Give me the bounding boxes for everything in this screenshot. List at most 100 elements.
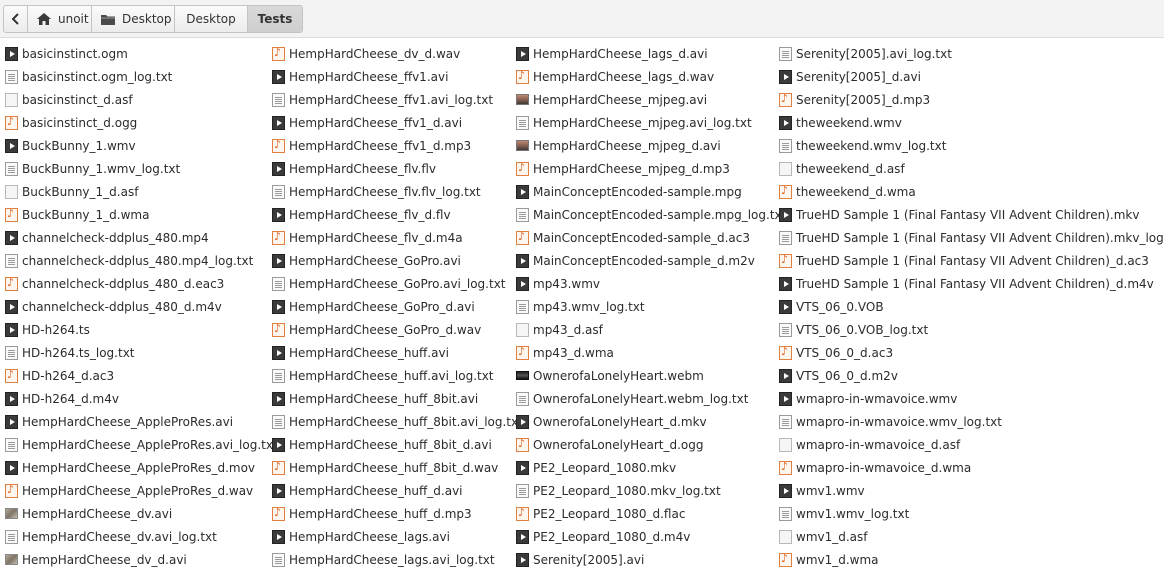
file-item[interactable]: wmv1.wmv [779,479,1164,502]
file-item[interactable]: basicinstinct_d.ogg [5,111,278,134]
file-item[interactable]: MainConceptEncoded-sample_d.ac3 [516,226,786,249]
file-item[interactable]: TrueHD Sample 1 (Final Fantasy VII Adven… [779,249,1164,272]
file-item[interactable]: TrueHD Sample 1 (Final Fantasy VII Adven… [779,272,1164,295]
video-file-icon [779,483,792,498]
file-item[interactable]: HempHardCheese_dv_d.wav [272,42,523,65]
file-item[interactable]: HempHardCheese_huff.avi [272,341,523,364]
file-item[interactable]: theweekend_d.wma [779,180,1164,203]
file-item[interactable]: channelcheck-ddplus_480.mp4_log.txt [5,249,278,272]
file-item[interactable]: HempHardCheese_mjpeg.avi [516,88,786,111]
file-item[interactable]: Serenity[2005].avi_log.txt [779,42,1164,65]
file-item[interactable]: HempHardCheese_ffv1.avi [272,65,523,88]
file-item[interactable]: theweekend_d.asf [779,157,1164,180]
file-item[interactable]: HD-h264_d.ac3 [5,364,278,387]
file-item[interactable]: VTS_06_0_d.ac3 [779,341,1164,364]
file-item[interactable]: theweekend.wmv [779,111,1164,134]
file-item[interactable]: OwnerofaLonelyHeart.webm [516,364,786,387]
file-item[interactable]: HD-h264_d.m4v [5,387,278,410]
file-item[interactable]: HempHardCheese_dv.avi [5,502,278,525]
file-item[interactable]: wmapro-in-wmavoice.wmv [779,387,1164,410]
file-item[interactable]: basicinstinct.ogm_log.txt [5,65,278,88]
file-item[interactable]: HempHardCheese_flv_d.m4a [272,226,523,249]
file-item[interactable]: HempHardCheese_GoPro_d.avi [272,295,523,318]
file-item[interactable]: MainConceptEncoded-sample_d.m2v [516,249,786,272]
file-item[interactable]: HempHardCheese_mjpeg_d.mp3 [516,157,786,180]
file-item[interactable]: Serenity[2005]_d.mp3 [779,88,1164,111]
file-item[interactable]: HempHardCheese_lags.avi [272,525,523,548]
file-item[interactable]: HempHardCheese_lags.avi_log.txt [272,548,523,571]
file-item[interactable]: HempHardCheese_flv.flv_log.txt [272,180,523,203]
file-item[interactable]: HempHardCheese_lags_d.wav [516,65,786,88]
file-item[interactable]: HempHardCheese_lags_d.avi [516,42,786,65]
image2-file-icon [516,94,529,105]
file-item[interactable]: HempHardCheese_GoPro.avi [272,249,523,272]
file-item[interactable]: HempHardCheese_huff_8bit.avi_log.txt [272,410,523,433]
file-item[interactable]: TrueHD Sample 1 (Final Fantasy VII Adven… [779,203,1164,226]
file-item[interactable]: OwnerofaLonelyHeart_d.mkv [516,410,786,433]
file-item[interactable]: Serenity[2005]_d.avi [779,65,1164,88]
file-item[interactable]: mp43_d.wma [516,341,786,364]
path-segment-desktop[interactable]: Desktop [92,6,175,32]
file-item[interactable]: mp43.wmv [516,272,786,295]
file-item[interactable]: HempHardCheese_huff_8bit_d.avi [272,433,523,456]
back-button[interactable] [4,6,28,32]
file-item[interactable]: VTS_06_0_d.m2v [779,364,1164,387]
file-item[interactable]: VTS_06_0.VOB_log.txt [779,318,1164,341]
file-item[interactable]: wmapro-in-wmavoice_d.wma [779,456,1164,479]
file-item[interactable]: channelcheck-ddplus_480_d.m4v [5,295,278,318]
file-item[interactable]: HempHardCheese_mjpeg.avi_log.txt [516,111,786,134]
file-item[interactable]: HempHardCheese_huff_8bit.avi [272,387,523,410]
file-name: HempHardCheese_dv_d.wav [289,46,461,61]
file-item[interactable]: HempHardCheese_mjpeg_d.avi [516,134,786,157]
file-item[interactable]: wmapro-in-wmavoice.wmv_log.txt [779,410,1164,433]
file-item[interactable]: wmv1.wmv_log.txt [779,502,1164,525]
file-item[interactable]: HempHardCheese_GoPro_d.wav [272,318,523,341]
file-item[interactable]: HempHardCheese_huff_d.mp3 [272,502,523,525]
file-item[interactable]: HD-h264.ts [5,318,278,341]
file-item[interactable]: channelcheck-ddplus_480.mp4 [5,226,278,249]
file-item[interactable]: TrueHD Sample 1 (Final Fantasy VII Adven… [779,226,1164,249]
path-segment-tests[interactable]: Tests [248,6,302,32]
file-item[interactable]: PE2_Leopard_1080_d.flac [516,502,786,525]
file-item[interactable]: BuckBunny_1_d.asf [5,180,278,203]
file-item[interactable]: PE2_Leopard_1080.mkv_log.txt [516,479,786,502]
path-segment-desktop-2[interactable]: Desktop [175,6,248,32]
file-item[interactable]: MainConceptEncoded-sample.mpg_log.txt [516,203,786,226]
file-item[interactable]: basicinstinct.ogm [5,42,278,65]
file-item[interactable]: HempHardCheese_GoPro.avi_log.txt [272,272,523,295]
file-item[interactable]: theweekend.wmv_log.txt [779,134,1164,157]
file-item[interactable]: mp43.wmv_log.txt [516,295,786,318]
file-item[interactable]: basicinstinct_d.asf [5,88,278,111]
file-item[interactable]: HempHardCheese_flv_d.flv [272,203,523,226]
file-item[interactable]: HempHardCheese_ffv1_d.mp3 [272,134,523,157]
file-item[interactable]: HempHardCheese_AppleProRes.avi [5,410,278,433]
file-item[interactable]: HempHardCheese_AppleProRes_d.mov [5,456,278,479]
file-item[interactable]: HempHardCheese_huff_8bit_d.wav [272,456,523,479]
file-item[interactable]: wmv1_d.wma [779,548,1164,571]
file-item[interactable]: MainConceptEncoded-sample.mpg [516,180,786,203]
file-item[interactable]: VTS_06_0.VOB [779,295,1164,318]
file-item[interactable]: OwnerofaLonelyHeart_d.ogg [516,433,786,456]
file-item[interactable]: HempHardCheese_dv.avi_log.txt [5,525,278,548]
file-item[interactable]: BuckBunny_1.wmv_log.txt [5,157,278,180]
file-item[interactable]: mp43_d.asf [516,318,786,341]
file-item[interactable]: Serenity[2005].avi [516,548,786,571]
file-item[interactable]: BuckBunny_1_d.wma [5,203,278,226]
file-item[interactable]: OwnerofaLonelyHeart.webm_log.txt [516,387,786,410]
file-item[interactable]: HD-h264.ts_log.txt [5,341,278,364]
file-item[interactable]: BuckBunny_1.wmv [5,134,278,157]
file-item[interactable]: PE2_Leopard_1080_d.m4v [516,525,786,548]
file-item[interactable]: HempHardCheese_flv.flv [272,157,523,180]
file-item[interactable]: HempHardCheese_huff.avi_log.txt [272,364,523,387]
file-item[interactable]: HempHardCheese_AppleProRes.avi_log.txt [5,433,278,456]
file-item[interactable]: wmv1_d.asf [779,525,1164,548]
file-item[interactable]: HempHardCheese_ffv1_d.avi [272,111,523,134]
file-item[interactable]: HempHardCheese_dv_d.avi [5,548,278,571]
file-item[interactable]: channelcheck-ddplus_480_d.eac3 [5,272,278,295]
file-item[interactable]: PE2_Leopard_1080.mkv [516,456,786,479]
file-item[interactable]: wmapro-in-wmavoice_d.asf [779,433,1164,456]
file-item[interactable]: HempHardCheese_huff_d.avi [272,479,523,502]
path-segment-home[interactable]: unoit [28,6,92,32]
file-item[interactable]: HempHardCheese_ffv1.avi_log.txt [272,88,523,111]
file-item[interactable]: HempHardCheese_AppleProRes_d.wav [5,479,278,502]
